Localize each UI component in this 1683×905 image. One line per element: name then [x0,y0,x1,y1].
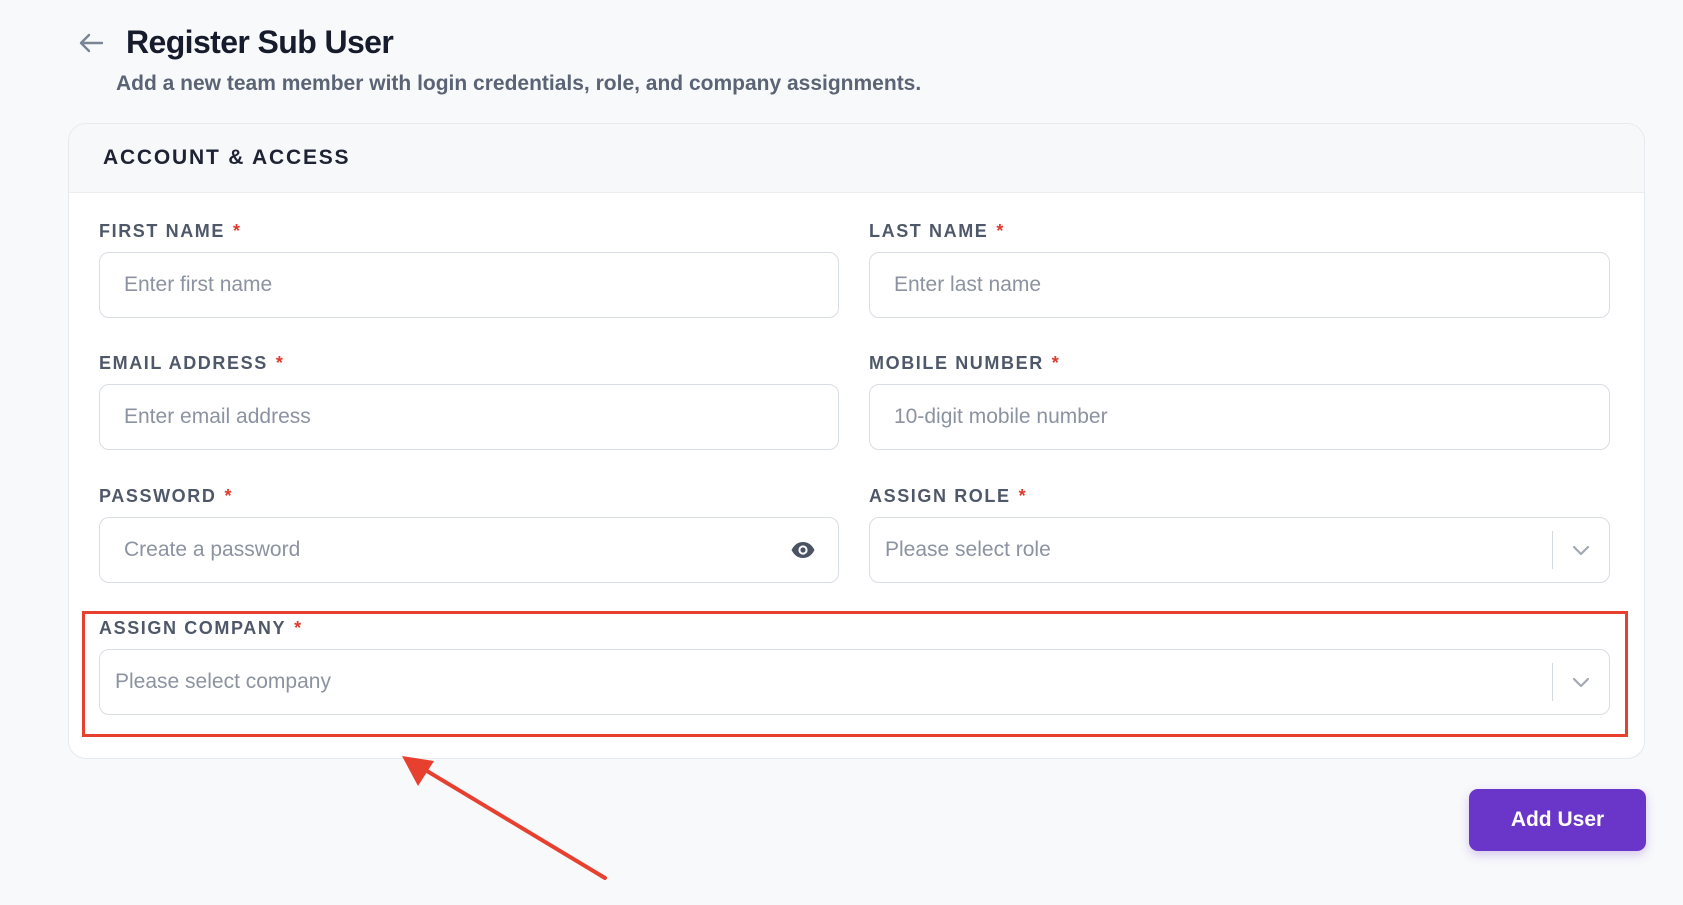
required-mark: * [294,618,303,638]
last-name-label: LAST NAME * [869,221,1006,241]
password-input[interactable]: Create a password [99,517,839,583]
company-placeholder: Please select company [115,670,331,693]
mobile-placeholder: 10-digit mobile number [894,405,1108,428]
first-name-label: FIRST NAME * [99,221,242,241]
required-mark: * [233,221,242,241]
first-name-placeholder: Enter first name [124,273,273,296]
required-mark: * [996,221,1006,241]
page-subtitle: Add a new team member with login credent… [116,72,922,95]
mobile-input[interactable]: 10-digit mobile number [869,384,1610,450]
card-header: ACCOUNT & ACCESS [69,124,1644,193]
company-label: ASSIGN COMPANY * [99,618,303,638]
required-mark: * [224,486,234,506]
role-label: ASSIGN ROLE * [869,486,1028,506]
role-placeholder: Please select role [885,538,1051,561]
add-user-button[interactable]: Add User [1469,789,1646,851]
arrow-left-icon [79,33,104,53]
required-mark: * [1051,353,1061,373]
password-placeholder: Create a password [124,538,301,561]
card-title: ACCOUNT & ACCESS [103,146,351,169]
mobile-label: MOBILE NUMBER * [869,353,1061,373]
chevron-down-icon [1572,545,1590,555]
email-input[interactable]: Enter email address [99,384,839,450]
account-access-card: ACCOUNT & ACCESS FIRST NAME * Enter firs… [68,123,1645,759]
eye-icon [791,542,815,558]
page-title: Register Sub User [126,24,394,60]
company-select[interactable]: Please select company [99,649,1610,715]
back-button[interactable] [74,26,108,60]
password-visibility-toggle[interactable] [768,518,838,582]
register-sub-user-page: Register Sub User Add a new team member … [0,0,1683,905]
company-dropdown-toggle[interactable] [1553,650,1609,714]
chevron-down-icon [1572,677,1590,687]
first-name-input[interactable]: Enter first name [99,252,839,318]
last-name-placeholder: Enter last name [894,273,1042,296]
email-placeholder: Enter email address [124,405,311,428]
role-dropdown-toggle[interactable] [1553,518,1609,582]
last-name-input[interactable]: Enter last name [869,252,1610,318]
role-select[interactable]: Please select role [869,517,1610,583]
required-mark: * [1018,486,1028,506]
email-label: EMAIL ADDRESS * [99,353,285,373]
password-label: PASSWORD * [99,486,234,506]
annotation-arrow [402,756,607,880]
required-mark: * [275,353,285,373]
